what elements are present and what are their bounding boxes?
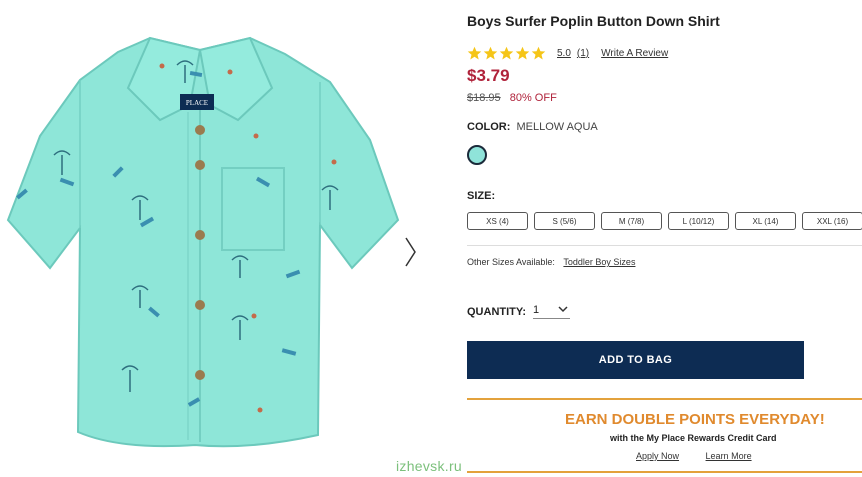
product-title: Boys Surfer Poplin Button Down Shirt — [467, 13, 720, 29]
brand-tag: PLACE — [186, 99, 208, 107]
promo-subline: with the My Place Rewards Credit Card — [610, 433, 777, 443]
star-icon — [499, 46, 514, 60]
promo-links: Apply Now Learn More — [636, 451, 752, 461]
size-option-xs[interactable]: XS (4) — [467, 212, 528, 230]
other-sizes: Other Sizes Available: Toddler Boy Sizes — [467, 257, 635, 267]
review-count[interactable]: (1) — [577, 48, 589, 59]
apply-now-link[interactable]: Apply Now — [636, 451, 679, 461]
promo-border-bottom — [467, 471, 862, 473]
product-image[interactable]: PLACE — [0, 20, 400, 460]
quantity-label: QUANTITY: — [467, 306, 527, 318]
other-sizes-label: Other Sizes Available: — [467, 257, 555, 267]
learn-more-link[interactable]: Learn More — [706, 451, 752, 461]
size-option-s[interactable]: S (5/6) — [534, 212, 595, 230]
color-value: MELLOW AQUA — [516, 121, 598, 133]
chevron-down-icon — [558, 306, 568, 313]
product-image-gallery: PLACE izhevsk.ru — [0, 0, 462, 477]
color-label: COLOR: — [467, 121, 511, 133]
star-rating[interactable] — [467, 46, 546, 61]
size-option-xxl[interactable]: XXL (16) — [802, 212, 862, 230]
quantity-select[interactable]: 1 — [533, 302, 570, 319]
size-option-xl[interactable]: XL (14) — [735, 212, 796, 230]
size-option-l[interactable]: L (10/12) — [668, 212, 729, 230]
next-image-chevron-icon[interactable] — [400, 232, 420, 272]
rating-row: 5.0 (1) Write A Review — [467, 46, 668, 61]
watermark: izhevsk.ru — [396, 458, 463, 474]
size-option-m[interactable]: M (7/8) — [601, 212, 662, 230]
quantity-value: 1 — [533, 304, 540, 316]
size-selector: XS (4) S (5/6) M (7/8) L (10/12) XL (14)… — [467, 212, 862, 230]
write-review-link[interactable]: Write A Review — [601, 48, 668, 59]
color-swatch-mellow-aqua[interactable] — [467, 145, 487, 165]
divider — [467, 245, 862, 246]
product-details: Boys Surfer Poplin Button Down Shirt 5.0… — [467, 0, 862, 477]
color-row: COLOR: MELLOW AQUA — [467, 121, 598, 133]
star-icon — [515, 46, 530, 60]
promo-headline: EARN DOUBLE POINTS EVERYDAY! — [565, 411, 825, 428]
discount-badge: 80% OFF — [509, 92, 557, 104]
rating-value[interactable]: 5.0 — [557, 48, 571, 59]
star-icon — [483, 46, 498, 60]
promo-border-top — [467, 398, 862, 400]
size-label: SIZE: — [467, 190, 496, 202]
price-details: $18.95 80% OFF — [467, 92, 557, 104]
sale-price: $3.79 — [467, 66, 510, 85]
star-icon — [467, 46, 482, 60]
star-icon — [531, 46, 546, 60]
toddler-sizes-link[interactable]: Toddler Boy Sizes — [563, 257, 635, 267]
add-to-bag-button[interactable]: ADD TO BAG — [467, 341, 804, 379]
original-price: $18.95 — [467, 92, 501, 104]
